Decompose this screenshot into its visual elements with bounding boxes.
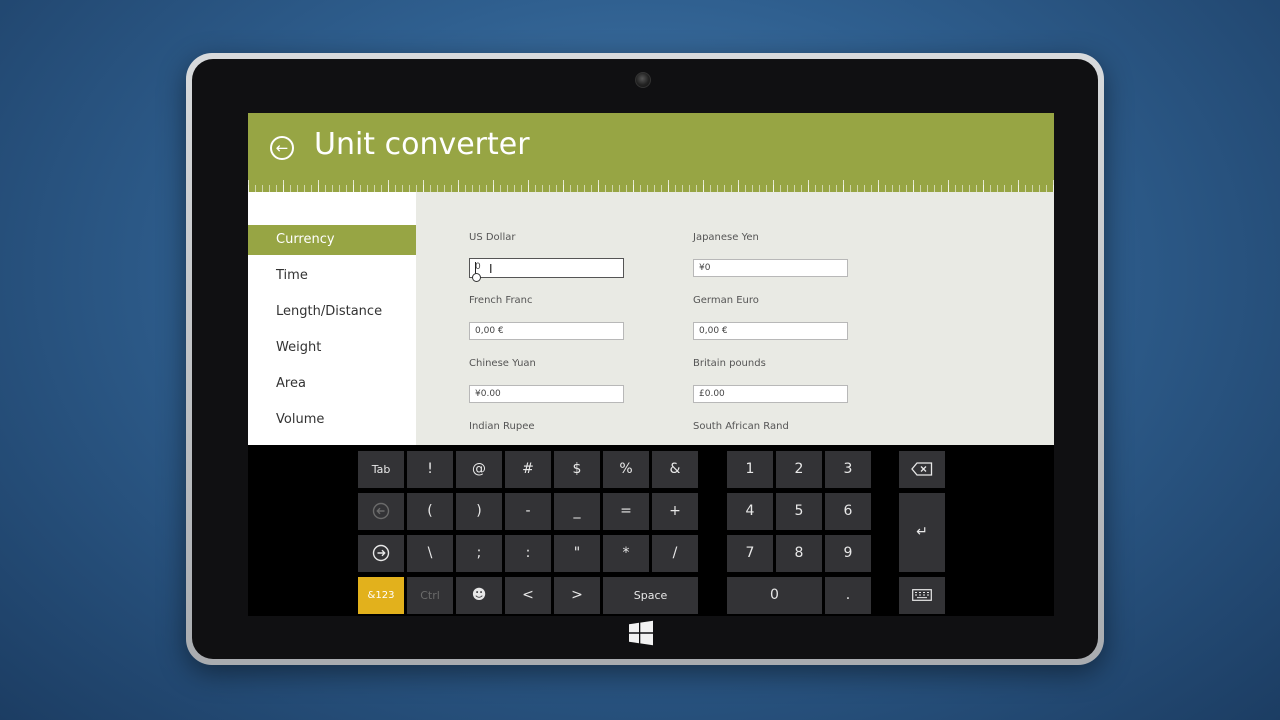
key-underscore[interactable]: _ [554,493,600,530]
key-slash[interactable]: / [652,535,698,572]
key-plus[interactable]: + [652,493,698,530]
windows-logo-icon[interactable] [628,620,654,646]
key-7[interactable]: 7 [727,535,773,572]
selection-handle[interactable] [472,273,481,282]
key-4[interactable]: 4 [727,493,773,530]
sidebar-item-time[interactable]: Time [248,261,416,291]
key-6[interactable]: 6 [825,493,871,530]
key-dot[interactable]: . [825,577,871,614]
key-less-than[interactable]: < [505,577,551,614]
key-greater-than[interactable]: > [554,577,600,614]
sidebar-item-length-distance[interactable]: Length/Distance [248,297,416,327]
key-ctrl[interactable]: Ctrl [407,577,453,614]
key-0[interactable]: 0 [727,577,822,614]
category-sidebar: Currency Time Length/Distance Weight Are… [248,192,416,445]
key-exclamation[interactable]: ! [407,451,453,488]
key-at[interactable]: @ [456,451,502,488]
key-tab[interactable]: Tab [358,451,404,488]
key-space[interactable]: Space [603,577,698,614]
backspace-icon[interactable] [899,451,945,488]
keyboard-switch-icon[interactable] [899,577,945,614]
key-hash[interactable]: # [505,451,551,488]
key-8[interactable]: 8 [776,535,822,572]
key-9[interactable]: 9 [825,535,871,572]
sidebar-item-area[interactable]: Area [248,369,416,399]
key-2[interactable]: 2 [776,451,822,488]
tablet-frame: ← Unit converter Currency Time Length/Di… [186,53,1104,665]
sidebar-item-currency[interactable]: Currency [248,225,416,255]
emoji-icon[interactable]: ☻ [456,577,502,614]
key-colon[interactable]: : [505,535,551,572]
conversion-panel: US Dollar 0 I Japanese Yen ¥0 French Fra… [416,192,1054,445]
german-euro-label: German Euro [693,295,759,306]
key-3[interactable]: 3 [825,451,871,488]
ruler-decoration [248,178,1054,192]
text-cursor-icon: I [489,262,493,276]
key-close-paren[interactable]: ) [456,493,502,530]
key-asterisk[interactable]: * [603,535,649,572]
indian-rupee-label: Indian Rupee [469,421,535,432]
back-arrow-key-icon[interactable] [358,493,404,530]
page-title: Unit converter [314,127,530,162]
key-percent[interactable]: % [603,451,649,488]
key-semicolon[interactable]: ; [456,535,502,572]
key-symbols-mode[interactable]: &123 [358,577,404,614]
key-5[interactable]: 5 [776,493,822,530]
sidebar-item-volume[interactable]: Volume [248,405,416,435]
sidebar-item-weight[interactable]: Weight [248,333,416,363]
britain-pounds-input[interactable]: £0.00 [693,385,848,403]
app-screen: ← Unit converter Currency Time Length/Di… [248,113,1054,616]
us-dollar-input[interactable]: 0 I [469,258,624,282]
key-dollar[interactable]: $ [554,451,600,488]
german-euro-input[interactable]: 0,00 € [693,322,848,340]
key-ampersand[interactable]: & [652,451,698,488]
key-minus[interactable]: - [505,493,551,530]
key-equals[interactable]: = [603,493,649,530]
chinese-yuan-label: Chinese Yuan [469,358,536,369]
back-arrow-icon[interactable]: ← [270,136,294,160]
chinese-yuan-input[interactable]: ¥0.00 [469,385,624,403]
french-franc-label: French Franc [469,295,533,306]
key-1[interactable]: 1 [727,451,773,488]
camera-icon [635,72,651,88]
south-african-rand-label: South African Rand [693,421,789,432]
japanese-yen-input[interactable]: ¥0 [693,259,848,277]
french-franc-input[interactable]: 0,00 € [469,322,624,340]
key-open-paren[interactable]: ( [407,493,453,530]
touch-keyboard: Tab ! @ # $ % & ( ) - _ = + \ ;: " * / … [248,445,1054,616]
britain-pounds-label: Britain pounds [693,358,766,369]
key-backslash[interactable]: \ [407,535,453,572]
forward-arrow-key-icon[interactable] [358,535,404,572]
app-header: ← Unit converter [248,113,1054,192]
japanese-yen-label: Japanese Yen [693,232,759,243]
key-quote[interactable]: " [554,535,600,572]
enter-icon[interactable]: ↵ [899,493,945,572]
us-dollar-label: US Dollar [469,232,516,243]
tablet-bezel: ← Unit converter Currency Time Length/Di… [192,59,1098,659]
